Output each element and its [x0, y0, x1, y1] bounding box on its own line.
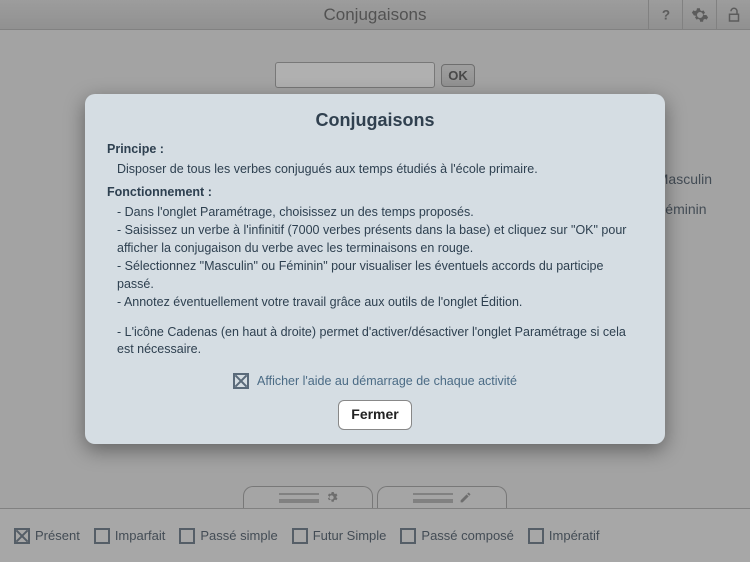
show-help-label: Afficher l'aide au démarrage de chaque a… [257, 373, 517, 391]
dialog-title: Conjugaisons [107, 108, 643, 133]
instruction-line: - Annotez éventuellement votre travail g… [117, 294, 643, 312]
close-button[interactable]: Fermer [338, 400, 411, 430]
principe-heading: Principe : [107, 141, 643, 159]
help-dialog: Conjugaisons Principe : Disposer de tous… [85, 94, 665, 444]
fonctionnement-heading: Fonctionnement : [107, 184, 643, 202]
instruction-line: - Saisissez un verbe à l'infinitif (7000… [117, 222, 643, 257]
checkbox-icon [233, 373, 249, 389]
principe-text: Disposer de tous les verbes conjugués au… [117, 161, 643, 179]
instruction-line: - Sélectionnez "Masculin" ou Féminin" po… [117, 258, 643, 293]
modal-overlay: Conjugaisons Principe : Disposer de tous… [0, 0, 750, 562]
instruction-line: - Dans l'onglet Paramétrage, choisissez … [117, 204, 643, 222]
instruction-line: - L'icône Cadenas (en haut à droite) per… [117, 324, 643, 359]
show-help-toggle[interactable]: Afficher l'aide au démarrage de chaque a… [107, 373, 643, 391]
